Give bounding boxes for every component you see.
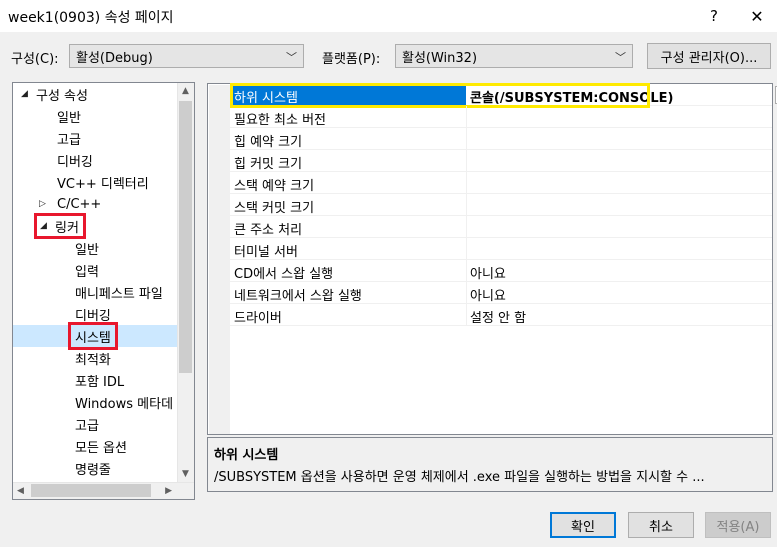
config-label: 구성(C): [11, 52, 59, 67]
close-button[interactable]: ✕ [743, 3, 771, 29]
help-icon: ? [710, 7, 718, 25]
platform-value: 활성(Win32) [402, 50, 478, 66]
description-text: /SUBSYSTEM 옵션을 사용하면 운영 체제에서 .exe 파일을 실행하… [214, 470, 705, 485]
tree-item-linker-advanced[interactable]: 고급 [75, 413, 99, 435]
description-panel: 하위 시스템 /SUBSYSTEM 옵션을 사용하면 운영 체제에서 .exe … [207, 437, 773, 492]
tree-item-advanced[interactable]: 고급 [57, 127, 81, 149]
config-dropdown[interactable]: 활성(Debug) ﹀ [69, 44, 304, 68]
tree-item-embedded-idl[interactable]: 포함 IDL [75, 369, 124, 391]
tree-item-all-options[interactable]: 모든 옵션 [75, 435, 127, 457]
tree-vertical-scrollbar[interactable]: ▲ ▼ [177, 83, 194, 482]
grid-row[interactable]: 큰 주소 처리 [230, 216, 772, 238]
grid-row[interactable]: 스택 커밋 크기 [230, 194, 772, 216]
grid-row[interactable]: 힙 예약 크기 [230, 128, 772, 150]
tree-item-debugging[interactable]: 디버깅 [57, 149, 93, 171]
cancel-button[interactable]: 취소 [628, 512, 694, 538]
config-manager-button[interactable]: 구성 관리자(O)... [647, 43, 771, 69]
tree-item-cpp[interactable]: ▷ C/C++ [39, 193, 101, 215]
collapse-icon[interactable]: ◢ [21, 89, 33, 99]
apply-button[interactable]: 적용(A) [705, 512, 771, 538]
tree-horizontal-scrollbar[interactable]: ◀ ▶ [13, 482, 194, 499]
grid-row[interactable]: 스택 예약 크기 [230, 172, 772, 194]
tree-vertical-scroll-thumb[interactable] [179, 101, 192, 373]
help-button[interactable]: ? [700, 3, 728, 29]
property-grid: 하위 시스템 콘솔(/SUBSYSTEM:CONSOLE) ﹀ 필요한 최소 버… [207, 83, 777, 435]
tree-item-windows-metadata[interactable]: Windows 메타데 [75, 391, 173, 413]
close-icon: ✕ [750, 6, 764, 26]
ok-button[interactable]: 확인 [550, 512, 616, 538]
tree-item-system-selected-row[interactable]: 시스템 [13, 322, 178, 350]
grid-row-subsystem[interactable]: 하위 시스템 콘솔(/SUBSYSTEM:CONSOLE) ﹀ [230, 83, 777, 108]
chevron-down-icon: ﹀ [615, 51, 626, 64]
description-title: 하위 시스템 [214, 448, 279, 463]
scroll-up-icon[interactable]: ▲ [182, 86, 189, 96]
grid-row[interactable]: 터미널 서버 [230, 238, 772, 260]
tree-item-linker-general[interactable]: 일반 [75, 237, 99, 259]
scroll-left-icon[interactable]: ◀ [17, 486, 24, 496]
grid-row[interactable]: 드라이버 설정 안 함 [230, 304, 772, 326]
tree-item-vc-directories[interactable]: VC++ 디렉터리 [57, 171, 149, 193]
scroll-down-icon[interactable]: ▼ [182, 469, 189, 479]
expand-icon[interactable]: ▷ [39, 199, 51, 209]
grid-gutter [209, 85, 230, 434]
tree-item-config-properties[interactable]: ◢ 구성 속성 [21, 83, 88, 105]
tree-horizontal-scroll-thumb[interactable] [31, 484, 151, 497]
tree-item-manifest-file[interactable]: 매니페스트 파일 [75, 281, 163, 303]
chevron-down-icon: ﹀ [286, 51, 297, 64]
grid-row[interactable]: 네트워크에서 스왑 실행 아니요 [230, 282, 772, 304]
grid-row[interactable]: CD에서 스왑 실행 아니요 [230, 260, 772, 282]
platform-dropdown[interactable]: 활성(Win32) ﹀ [395, 44, 633, 68]
platform-label: 플랫폼(P): [322, 52, 381, 67]
collapse-icon[interactable]: ◢ [40, 221, 52, 231]
grid-row[interactable]: 힙 커밋 크기 [230, 150, 772, 172]
highlight-box [230, 83, 650, 108]
tree-item-general[interactable]: 일반 [57, 105, 81, 127]
property-tree[interactable]: ◢ 구성 속성 일반 고급 디버깅 VC++ 디렉터리 ▷ C/C++ ◢ 링커… [12, 82, 195, 500]
config-value: 활성(Debug) [76, 50, 153, 66]
window-title: week1(0903) 속성 페이지 [8, 10, 174, 26]
tree-item-optimization[interactable]: 최적화 [75, 347, 111, 369]
tree-item-linker[interactable]: ◢ 링커 [34, 213, 86, 239]
tree-item-command-line[interactable]: 명령줄 [75, 457, 111, 479]
tree-item-input[interactable]: 입력 [75, 259, 99, 281]
tree-item-system[interactable]: 시스템 [68, 322, 118, 350]
grid-row[interactable]: 필요한 최소 버전 [230, 106, 772, 128]
title-bar: week1(0903) 속성 페이지 ? ✕ [0, 0, 777, 32]
scroll-right-icon[interactable]: ▶ [165, 486, 172, 496]
